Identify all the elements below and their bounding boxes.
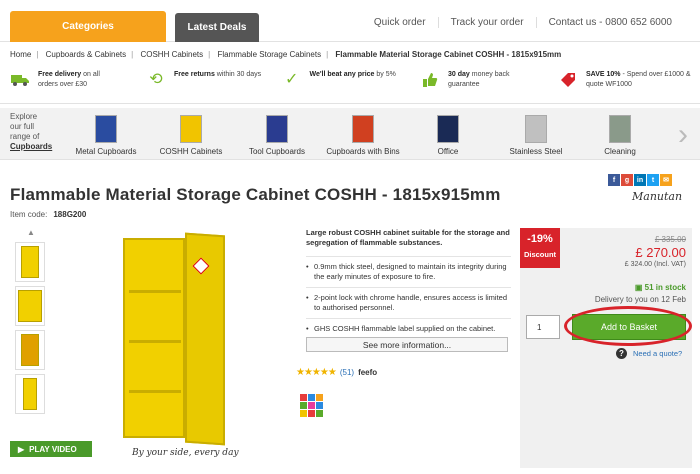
explore-cupboards-link[interactable]: Cupboards	[10, 142, 52, 151]
category-office[interactable]: Office	[420, 115, 476, 156]
cabinet-body	[123, 238, 185, 438]
old-price: £ 335.00	[654, 235, 686, 244]
check-icon: ✓	[285, 71, 299, 88]
bins-cupboard-image	[352, 115, 374, 143]
feature-bullet: GHS COSHH flammable label supplied on th…	[306, 318, 511, 339]
email-icon[interactable]: ✉	[660, 174, 672, 186]
breadcrumb-cupboards[interactable]: Cupboards & Cabinets	[46, 50, 127, 59]
thumbnail[interactable]	[15, 242, 45, 282]
usp-price: ✓ We'll beat any price by 5%	[282, 70, 402, 90]
breadcrumb-current: Flammable Material Storage Cabinet COSHH…	[335, 50, 562, 59]
review-count[interactable]: (51)	[340, 368, 354, 377]
discount-badge: -19% Discount	[520, 228, 560, 268]
price-inc-vat: £ 324.00 (Incl. VAT)	[624, 261, 686, 268]
thumbnail[interactable]	[15, 374, 45, 414]
feature-bullet: 0.9mm thick steel, designed to maintain …	[306, 256, 511, 287]
category-cleaning[interactable]: Cleaning	[594, 115, 646, 156]
product-main-image[interactable]	[100, 230, 270, 455]
category-cupboards-with-bins[interactable]: Cupboards with Bins	[325, 115, 401, 156]
thumbs-up-icon	[420, 70, 440, 90]
quantity-input[interactable]	[526, 315, 560, 339]
see-more-button[interactable]: See more information...	[306, 337, 508, 352]
rubiks-cube-icon	[298, 392, 326, 418]
breadcrumb-home[interactable]: Home	[10, 50, 31, 59]
track-order-link[interactable]: Track your order	[437, 17, 536, 28]
feefo-logo: feefo	[358, 368, 378, 377]
usp-guarantee: 30 day money back guarantee	[420, 70, 540, 90]
question-icon: ?	[616, 348, 627, 359]
twitter-icon[interactable]: t	[647, 174, 659, 186]
categories-tab[interactable]: Categories	[10, 11, 166, 42]
current-price: £ 270.00	[635, 245, 686, 260]
thumbnail-gallery: ▲	[10, 228, 52, 414]
usp-delivery: Free delivery on all orders over £30	[10, 70, 120, 90]
category-strip: Explore our full range of Cupboards Meta…	[0, 108, 700, 160]
chevron-up-icon[interactable]: ▲	[10, 228, 52, 238]
product-title: Flammable Material Storage Cabinet COSHH…	[10, 185, 501, 204]
chevron-right-icon[interactable]: ›	[678, 118, 688, 152]
delivery-date: Delivery to you on 12 Feb	[594, 295, 686, 304]
breadcrumb: Home | Cupboards & Cabinets | COSHH Cabine…	[10, 50, 562, 59]
quick-order-link[interactable]: Quick order	[362, 17, 438, 28]
coshh-cabinet-image	[180, 115, 202, 143]
top-navigation: Categories Latest Deals Quick order Trac…	[0, 0, 700, 42]
usp-bar: Free delivery on all orders over £30 ⟲ F…	[0, 64, 700, 104]
top-links: Quick order Track your order Contact us …	[362, 17, 684, 28]
need-quote-link[interactable]: ? Need a quote?	[616, 348, 682, 359]
thumbnail[interactable]	[15, 286, 45, 326]
facebook-icon[interactable]: f	[608, 174, 620, 186]
linkedin-icon[interactable]: in	[634, 174, 646, 186]
category-stainless-steel[interactable]: Stainless Steel	[504, 115, 568, 156]
product-description: Large robust COSHH cabinet suitable for …	[306, 228, 511, 339]
category-metal-cupboards[interactable]: Metal Cupboards	[74, 115, 138, 156]
reviews[interactable]: ★★★★★ (51) feefo	[296, 367, 377, 378]
stainless-cupboard-image	[525, 115, 547, 143]
add-to-basket-button[interactable]: Add to Basket	[572, 314, 686, 340]
office-cupboard-image	[437, 115, 459, 143]
contact-link[interactable]: Contact us - 0800 652 6000	[535, 17, 684, 28]
breadcrumb-flammable[interactable]: Flammable Storage Cabinets	[217, 50, 321, 59]
google-plus-icon[interactable]: g	[621, 174, 633, 186]
breadcrumb-coshh[interactable]: COSHH Cabinets	[140, 50, 203, 59]
stock-status: ▣ 51 in stock	[634, 283, 686, 292]
play-video-button[interactable]: ▶ PLAY VIDEO	[10, 441, 92, 457]
play-icon: ▶	[18, 444, 25, 454]
brand-logo: Manutan	[632, 190, 683, 203]
thumbnail[interactable]	[15, 330, 45, 370]
metal-cupboard-image	[95, 115, 117, 143]
latest-deals-tab[interactable]: Latest Deals	[175, 13, 259, 42]
return-icon: ⟲	[149, 71, 163, 88]
feature-bullet: 2-point lock with chrome handle, ensures…	[306, 287, 511, 318]
share-buttons: f g in t ✉	[608, 174, 672, 186]
usp-save: SAVE 10% - Spend over £1000 & quote WF10…	[558, 70, 698, 90]
tool-cupboard-image	[266, 115, 288, 143]
cleaning-cupboard-image	[609, 115, 631, 143]
usp-returns: ⟲ Free returns within 30 days	[146, 70, 266, 90]
box-icon: ▣	[634, 283, 643, 292]
description-lead: Large robust COSHH cabinet suitable for …	[306, 228, 510, 247]
item-code: Item code: 188G200	[10, 210, 87, 219]
tagline: By your side, every day	[132, 448, 239, 458]
price-panel: -19% Discount £ 335.00 £ 270.00 £ 324.00…	[520, 228, 692, 468]
truck-icon	[10, 70, 30, 90]
category-tool-cupboards[interactable]: Tool Cupboards	[244, 115, 310, 156]
explore-range: Explore our full range of Cupboards	[10, 112, 53, 151]
tag-icon	[558, 70, 578, 90]
category-coshh-cabinets[interactable]: COSHH Cabinets	[158, 115, 224, 156]
star-rating-icon: ★★★★★	[296, 367, 337, 378]
